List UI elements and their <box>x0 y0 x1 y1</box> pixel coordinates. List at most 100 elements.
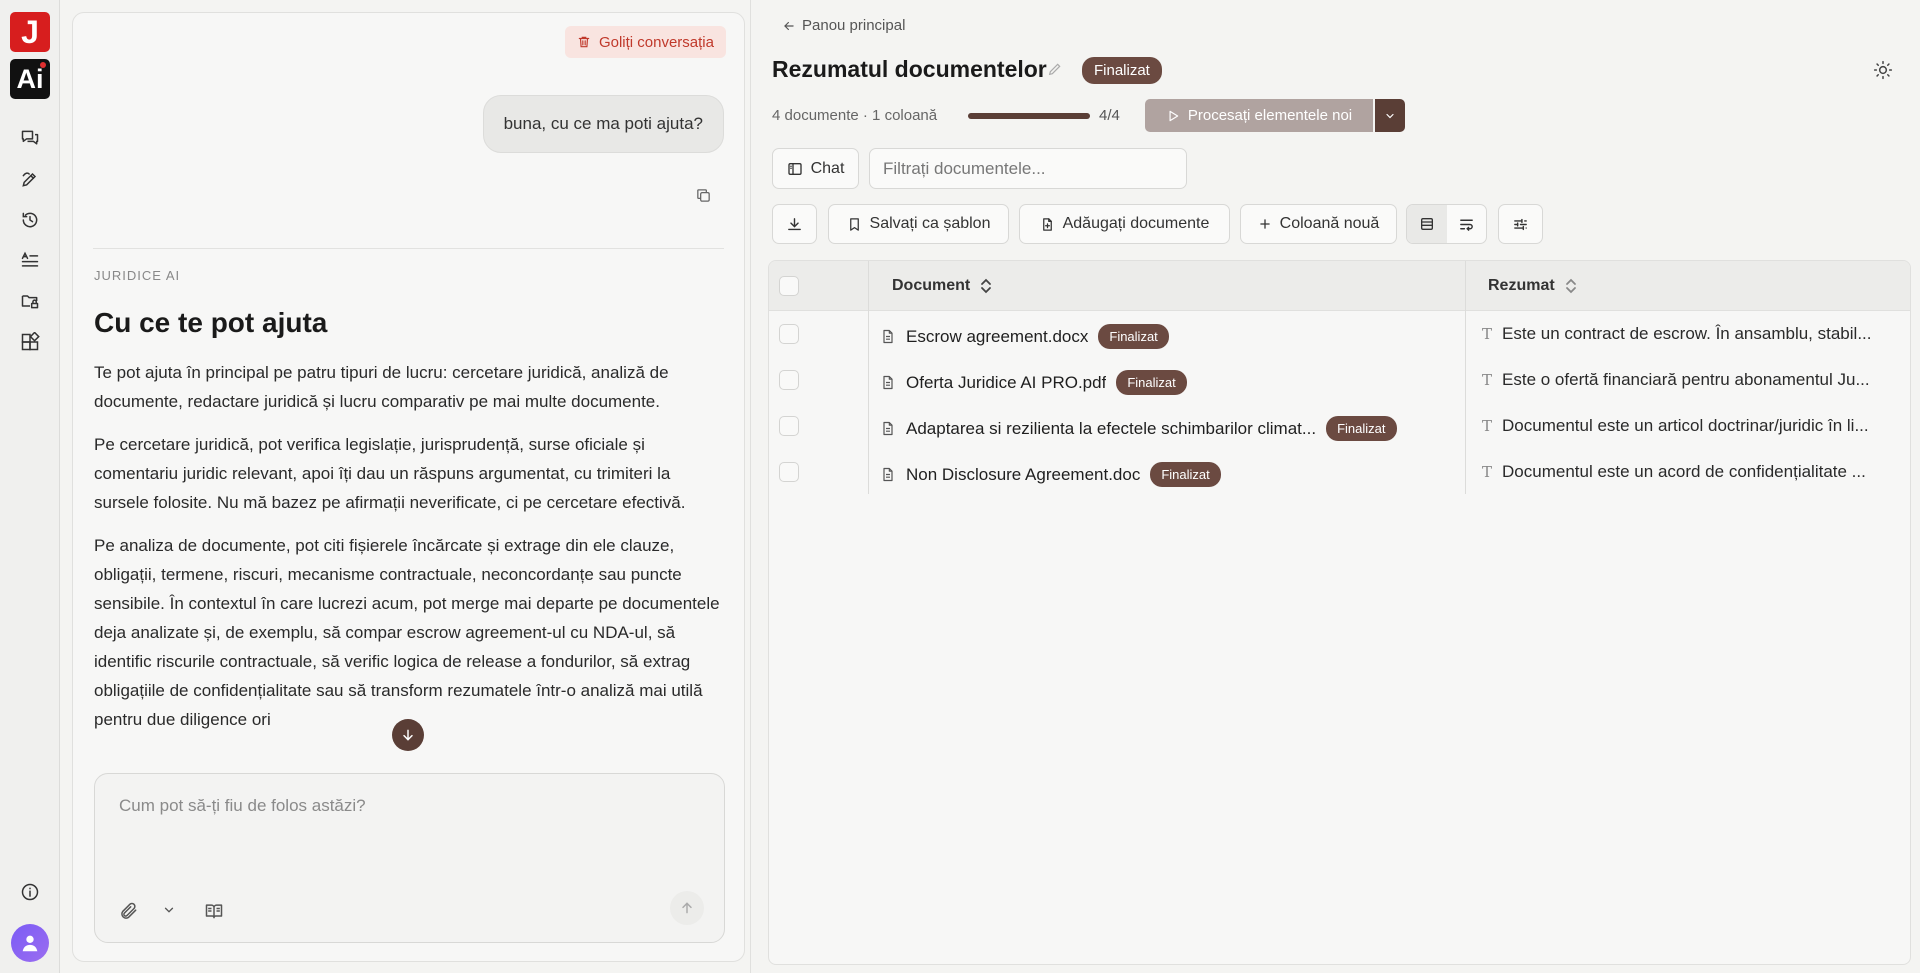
table-row[interactable]: Non Disclosure Agreement.doc Finalizat T… <box>769 449 1910 495</box>
user-avatar-icon[interactable] <box>11 924 49 962</box>
table-view-icon[interactable] <box>1407 205 1447 243</box>
filter-documents-input[interactable] <box>869 148 1187 189</box>
apps-icon[interactable] <box>18 330 42 354</box>
panel-left-icon <box>787 162 802 175</box>
logo-ai[interactable]: Ai <box>10 59 50 99</box>
document-name: Escrow agreement.docx <box>906 326 1089 346</box>
document-cell[interactable]: Escrow agreement.docx Finalizat <box>880 324 1169 349</box>
document-cell[interactable]: Oferta Juridice AI PRO.pdf Finalizat <box>880 370 1187 395</box>
select-all-checkbox[interactable] <box>779 276 799 296</box>
page-title: Rezumatul documentelor <box>772 56 1047 82</box>
file-icon <box>883 421 893 436</box>
pencil-icon[interactable] <box>1047 61 1063 77</box>
text-type-icon: T <box>1482 417 1493 435</box>
column-header-summary[interactable]: Rezumat <box>1488 277 1577 295</box>
summary-cell[interactable]: T Documentul este un articol doctrinar/j… <box>1482 416 1902 436</box>
document-name: Adaptarea si rezilienta la efectele schi… <box>906 418 1317 438</box>
document-name: Oferta Juridice AI PRO.pdf <box>906 372 1107 392</box>
play-icon <box>1169 110 1179 121</box>
save-template-button[interactable]: Salvați ca șablon <box>828 204 1009 244</box>
back-link[interactable]: Panou principal <box>782 17 905 34</box>
sort-icon <box>1565 278 1576 294</box>
chat-input[interactable] <box>119 796 679 816</box>
history-icon[interactable] <box>18 208 42 232</box>
status-badge: Finalizat <box>1098 324 1169 349</box>
status-badge: Finalizat <box>1326 416 1397 441</box>
text-type-icon: T <box>1482 371 1493 389</box>
documents-table: Document Rezumat Escrow agreement.docx F… <box>768 260 1911 965</box>
column-header-label: Rezumat <box>1488 277 1555 294</box>
column-header-label: Document <box>892 277 971 294</box>
ai-label: JURIDICE AI <box>94 268 181 283</box>
status-badge: Finalizat <box>1082 57 1162 84</box>
scroll-down-button[interactable] <box>392 719 424 751</box>
text-list-icon[interactable] <box>18 248 42 272</box>
send-button[interactable] <box>670 891 704 925</box>
settings-button[interactable] <box>1498 204 1543 244</box>
text-type-icon: T <box>1482 325 1493 343</box>
sun-icon[interactable] <box>1873 60 1893 80</box>
info-icon[interactable] <box>18 880 42 904</box>
chat-toggle-button[interactable]: Chat <box>772 148 859 189</box>
new-column-button[interactable]: Coloană nouă <box>1240 204 1397 244</box>
table-header: Document Rezumat <box>769 261 1910 311</box>
documents-meta: 4 documente · 1 coloană <box>772 107 938 124</box>
file-plus-icon <box>1042 217 1052 231</box>
clear-conversation-button[interactable]: Goliți conversația <box>564 26 726 58</box>
download-icon <box>788 217 801 230</box>
row-checkbox[interactable] <box>779 416 799 436</box>
ai-paragraph: Te pot ajuta în principal pe patru tipur… <box>94 363 669 411</box>
file-icon <box>883 329 893 344</box>
chat-icon[interactable] <box>18 126 42 150</box>
message-divider <box>93 248 724 249</box>
trash-icon <box>578 36 590 48</box>
clear-conversation-label: Goliți conversația <box>598 33 714 51</box>
summary-cell[interactable]: T Este o ofertă financiară pentru abonam… <box>1482 370 1902 390</box>
summary-text: Este o ofertă financiară pentru abonamen… <box>1502 370 1870 389</box>
add-documents-button[interactable]: Adăugați documente <box>1019 204 1230 244</box>
ai-paragraph: Pe analiza de documente, pot citi fișier… <box>94 536 720 729</box>
chevron-down-icon[interactable] <box>162 903 176 917</box>
copy-icon[interactable] <box>695 187 712 204</box>
text-type-icon: T <box>1482 463 1493 481</box>
add-documents-label: Adăugați documente <box>1062 215 1210 232</box>
ai-heading: Cu ce te pot ajuta <box>94 307 328 338</box>
view-toggle-group <box>1406 204 1487 244</box>
new-column-label: Coloană nouă <box>1279 215 1380 232</box>
table-row[interactable]: Oferta Juridice AI PRO.pdf Finalizat T E… <box>769 357 1910 403</box>
row-checkbox[interactable] <box>779 324 799 344</box>
summary-cell[interactable]: T Documentul este un acord de confidenți… <box>1482 462 1902 482</box>
plus-icon <box>1259 219 1270 229</box>
ai-paragraph: Pe cercetare juridică, pot verifica legi… <box>94 435 686 512</box>
progress-fill <box>968 113 1090 119</box>
logo-j[interactable]: J <box>10 12 50 52</box>
table-row[interactable]: Escrow agreement.docx Finalizat T Este u… <box>769 311 1910 357</box>
paperclip-icon[interactable] <box>119 901 139 921</box>
row-checkbox[interactable] <box>779 462 799 482</box>
summary-text: Documentul este un articol doctrinar/jur… <box>1502 416 1869 435</box>
document-cell[interactable]: Adaptarea si rezilienta la efectele schi… <box>880 416 1397 441</box>
column-header-document[interactable]: Document <box>892 277 992 295</box>
process-options-button[interactable] <box>1375 99 1405 132</box>
download-button[interactable] <box>772 204 817 244</box>
chevron-down-icon <box>1386 113 1394 118</box>
progress-bar <box>968 113 1090 119</box>
chat-toggle-label: Chat <box>810 159 845 177</box>
file-icon <box>883 375 893 390</box>
chat-input-box <box>94 773 725 943</box>
process-new-label: Procesați elementele noi <box>1187 107 1353 124</box>
wrap-text-icon[interactable] <box>1447 205 1487 243</box>
book-icon[interactable] <box>204 901 224 921</box>
main-panel: Panou principal Rezumatul documentelor F… <box>750 0 1920 973</box>
arrow-up-icon <box>682 902 692 914</box>
draft-icon[interactable] <box>18 167 42 191</box>
table-row[interactable]: Adaptarea si rezilienta la efectele schi… <box>769 403 1910 449</box>
user-message: buna, cu ce ma poti ajuta? <box>482 95 724 153</box>
process-new-button[interactable]: Procesați elementele noi <box>1145 99 1373 132</box>
summary-cell[interactable]: T Este un contract de escrow. În ansambl… <box>1482 324 1902 344</box>
document-cell[interactable]: Non Disclosure Agreement.doc Finalizat <box>880 462 1221 487</box>
arrow-down-icon <box>403 729 413 741</box>
row-checkbox[interactable] <box>779 370 799 390</box>
folder-lock-icon[interactable] <box>18 289 42 313</box>
sidebar: J Ai <box>0 0 60 973</box>
